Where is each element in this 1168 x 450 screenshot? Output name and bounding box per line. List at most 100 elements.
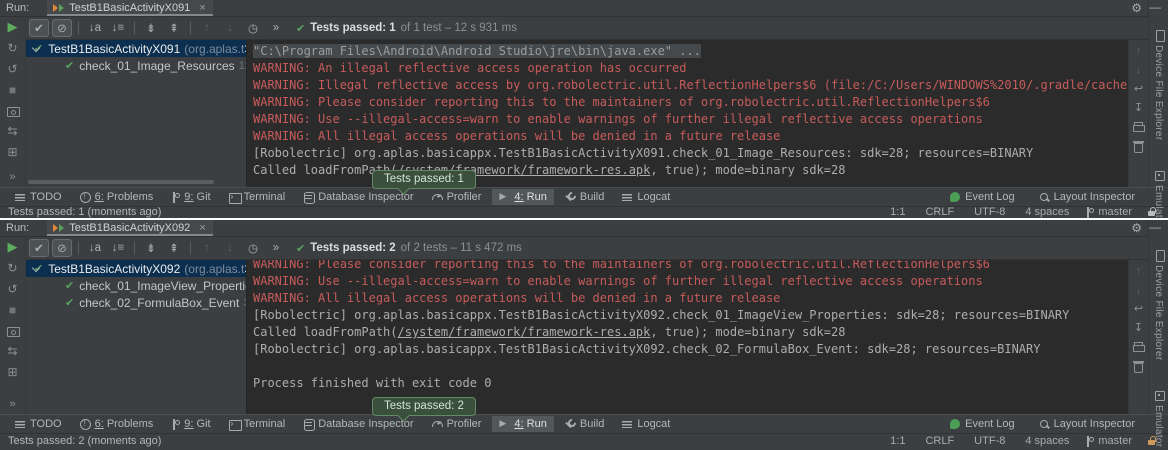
scroll-to-end-icon[interactable]: ↧ — [1134, 103, 1143, 114]
status-widget[interactable]: master — [1085, 436, 1132, 447]
status-widget[interactable]: 1:1 — [886, 207, 905, 218]
tool-window-bar-item[interactable]: Profiler — [425, 189, 489, 205]
tree-horizontal-scrollbar[interactable] — [28, 180, 214, 184]
rerun-failed-tests-icon[interactable]: ↻ — [7, 42, 17, 54]
tool-window-bar-item[interactable]: Layout Inspector — [1032, 189, 1142, 205]
close-tab-icon[interactable]: × — [199, 222, 205, 234]
stop-icon[interactable]: ■ — [9, 304, 16, 316]
down-stack-trace-icon[interactable]: ↓ — [1136, 285, 1142, 296]
import-tests-icon[interactable]: ⊞ — [7, 146, 17, 158]
test-tree-row[interactable]: ✔ check_01_ImageView_Properties 11 s 91 … — [26, 277, 246, 294]
tool-window-bar-item[interactable]: Build — [558, 189, 611, 205]
more-toolbar-icon[interactable]: » — [266, 19, 286, 37]
tool-window-button[interactable]: Emulator — [1153, 390, 1164, 447]
tool-window-bar-item[interactable]: Logcat — [615, 416, 677, 432]
up-stack-trace-icon[interactable]: ↑ — [1136, 266, 1142, 277]
status-widget[interactable]: 4 spaces — [1021, 207, 1069, 218]
tool-window-bar-item[interactable]: Event Log — [943, 416, 1022, 432]
previous-occurrence-icon[interactable]: ↑ — [197, 239, 217, 257]
test-history-icon[interactable]: ◷ — [243, 239, 263, 257]
show-passed-icon[interactable]: ✔ — [29, 239, 49, 257]
minimize-icon[interactable]: — — [1149, 220, 1161, 234]
run-play-icon[interactable]: ▶ — [8, 241, 18, 253]
status-widget[interactable]: 1:1 — [886, 436, 905, 447]
print-icon[interactable] — [1133, 122, 1144, 133]
previous-occurrence-icon[interactable]: ↑ — [197, 19, 217, 37]
clear-all-icon[interactable] — [1133, 141, 1144, 152]
separator[interactable] — [190, 21, 191, 35]
print-icon[interactable] — [1133, 342, 1144, 353]
tool-window-bar-item[interactable]: 9: Git — [164, 416, 217, 432]
tool-window-bar-item[interactable]: TODO — [8, 416, 69, 432]
screenshot-icon[interactable] — [7, 105, 18, 116]
separator[interactable] — [190, 241, 191, 255]
test-tree-row[interactable]: ✔ check_01_Image_Resources 12 s 931 ms — [26, 57, 246, 74]
tool-window-bar-item[interactable]: Layout Inspector — [1032, 416, 1142, 432]
clear-all-icon[interactable] — [1133, 361, 1144, 372]
status-widget[interactable]: CRLF — [921, 207, 954, 218]
sort-by-duration-icon[interactable]: ↓≡ — [108, 19, 128, 37]
test-tree-row[interactable]: ✔ TestB1BasicActivityX092 (org.aplas.t 1… — [26, 260, 246, 277]
status-widget[interactable]: UTF-8 — [970, 207, 1005, 218]
show-ignored-icon[interactable]: ⊘ — [52, 239, 72, 257]
next-occurrence-icon[interactable]: ↓ — [220, 19, 240, 37]
up-stack-trace-icon[interactable]: ↑ — [1136, 46, 1142, 57]
tool-window-bar-item[interactable]: 9: Git — [164, 189, 217, 205]
collapse-all-icon[interactable]: ⇞ — [164, 19, 184, 37]
rerun-failed-tests-icon[interactable]: ↻ — [7, 262, 17, 274]
test-history-icon[interactable]: ◷ — [243, 19, 263, 37]
status-widget[interactable]: CRLF — [921, 436, 954, 447]
more-options-icon[interactable]: » — [9, 398, 15, 410]
status-widget[interactable]: 4 spaces — [1021, 436, 1069, 447]
more-toolbar-icon[interactable]: » — [266, 239, 286, 257]
tool-window-bar-item[interactable]: Terminal — [222, 189, 293, 205]
tool-window-button[interactable]: Device File Explorer — [1153, 250, 1164, 360]
tool-window-bar-item[interactable]: Build — [558, 416, 611, 432]
tool-window-button[interactable]: Device File Explorer — [1153, 30, 1164, 140]
next-occurrence-icon[interactable]: ↓ — [220, 239, 240, 257]
tool-window-bar-item[interactable]: 4: Run — [492, 189, 553, 205]
expand-all-icon[interactable]: ⇟ — [141, 239, 161, 257]
tool-window-bar-item[interactable]: Terminal — [222, 416, 293, 432]
swap-panels-icon[interactable]: ⇆ — [7, 125, 17, 137]
console-link[interactable]: /system/framework/framework-res.apk — [398, 325, 651, 339]
tool-window-bar-item[interactable]: Logcat — [615, 189, 677, 205]
sort-alphabetically-icon[interactable]: ↓a — [85, 19, 105, 37]
tool-window-bar-item[interactable]: 6: Problems — [73, 189, 161, 205]
test-tree-row[interactable]: ✔ TestB1BasicActivityX091 (org.aplas.t 1… — [26, 40, 246, 57]
run-play-icon[interactable]: ▶ — [8, 21, 18, 33]
import-tests-icon[interactable]: ⊞ — [7, 366, 17, 378]
more-options-icon[interactable]: » — [9, 171, 15, 183]
separator[interactable] — [134, 21, 135, 35]
status-widget[interactable]: master — [1085, 207, 1132, 218]
expand-all-icon[interactable]: ⇟ — [141, 19, 161, 37]
tool-window-bar-item[interactable]: Profiler — [425, 416, 489, 432]
stop-icon[interactable]: ■ — [9, 84, 16, 96]
minimize-icon[interactable]: — — [1149, 0, 1161, 14]
down-stack-trace-icon[interactable]: ↓ — [1136, 65, 1142, 76]
show-passed-icon[interactable]: ✔ — [29, 19, 49, 37]
separator[interactable] — [78, 21, 79, 35]
run-config-tab[interactable]: TestB1BasicActivityX092 × — [47, 220, 213, 236]
soft-wrap-icon[interactable]: ↩ — [1134, 304, 1143, 315]
collapse-all-icon[interactable]: ⇞ — [164, 239, 184, 257]
tool-window-button[interactable]: Emulator — [1153, 170, 1164, 218]
separator[interactable] — [134, 241, 135, 255]
separator[interactable] — [78, 241, 79, 255]
status-widget[interactable]: UTF-8 — [970, 436, 1005, 447]
screenshot-icon[interactable] — [7, 325, 18, 336]
tool-window-bar-item[interactable]: TODO — [8, 189, 69, 205]
close-tab-icon[interactable]: × — [199, 2, 205, 14]
settings-gear-icon[interactable]: ⚙ — [1131, 1, 1142, 15]
rerun-icon[interactable]: ↺ — [7, 283, 17, 295]
tool-window-bar-item[interactable]: 6: Problems — [73, 416, 161, 432]
sort-by-duration-icon[interactable]: ↓≡ — [108, 239, 128, 257]
tool-window-bar-item[interactable]: 4: Run — [492, 416, 553, 432]
settings-gear-icon[interactable]: ⚙ — [1131, 221, 1142, 235]
show-ignored-icon[interactable]: ⊘ — [52, 19, 72, 37]
scroll-to-end-icon[interactable]: ↧ — [1134, 323, 1143, 334]
soft-wrap-icon[interactable]: ↩ — [1134, 84, 1143, 95]
swap-panels-icon[interactable]: ⇆ — [7, 345, 17, 357]
rerun-icon[interactable]: ↺ — [7, 63, 17, 75]
run-config-tab[interactable]: TestB1BasicActivityX091 × — [47, 0, 213, 16]
